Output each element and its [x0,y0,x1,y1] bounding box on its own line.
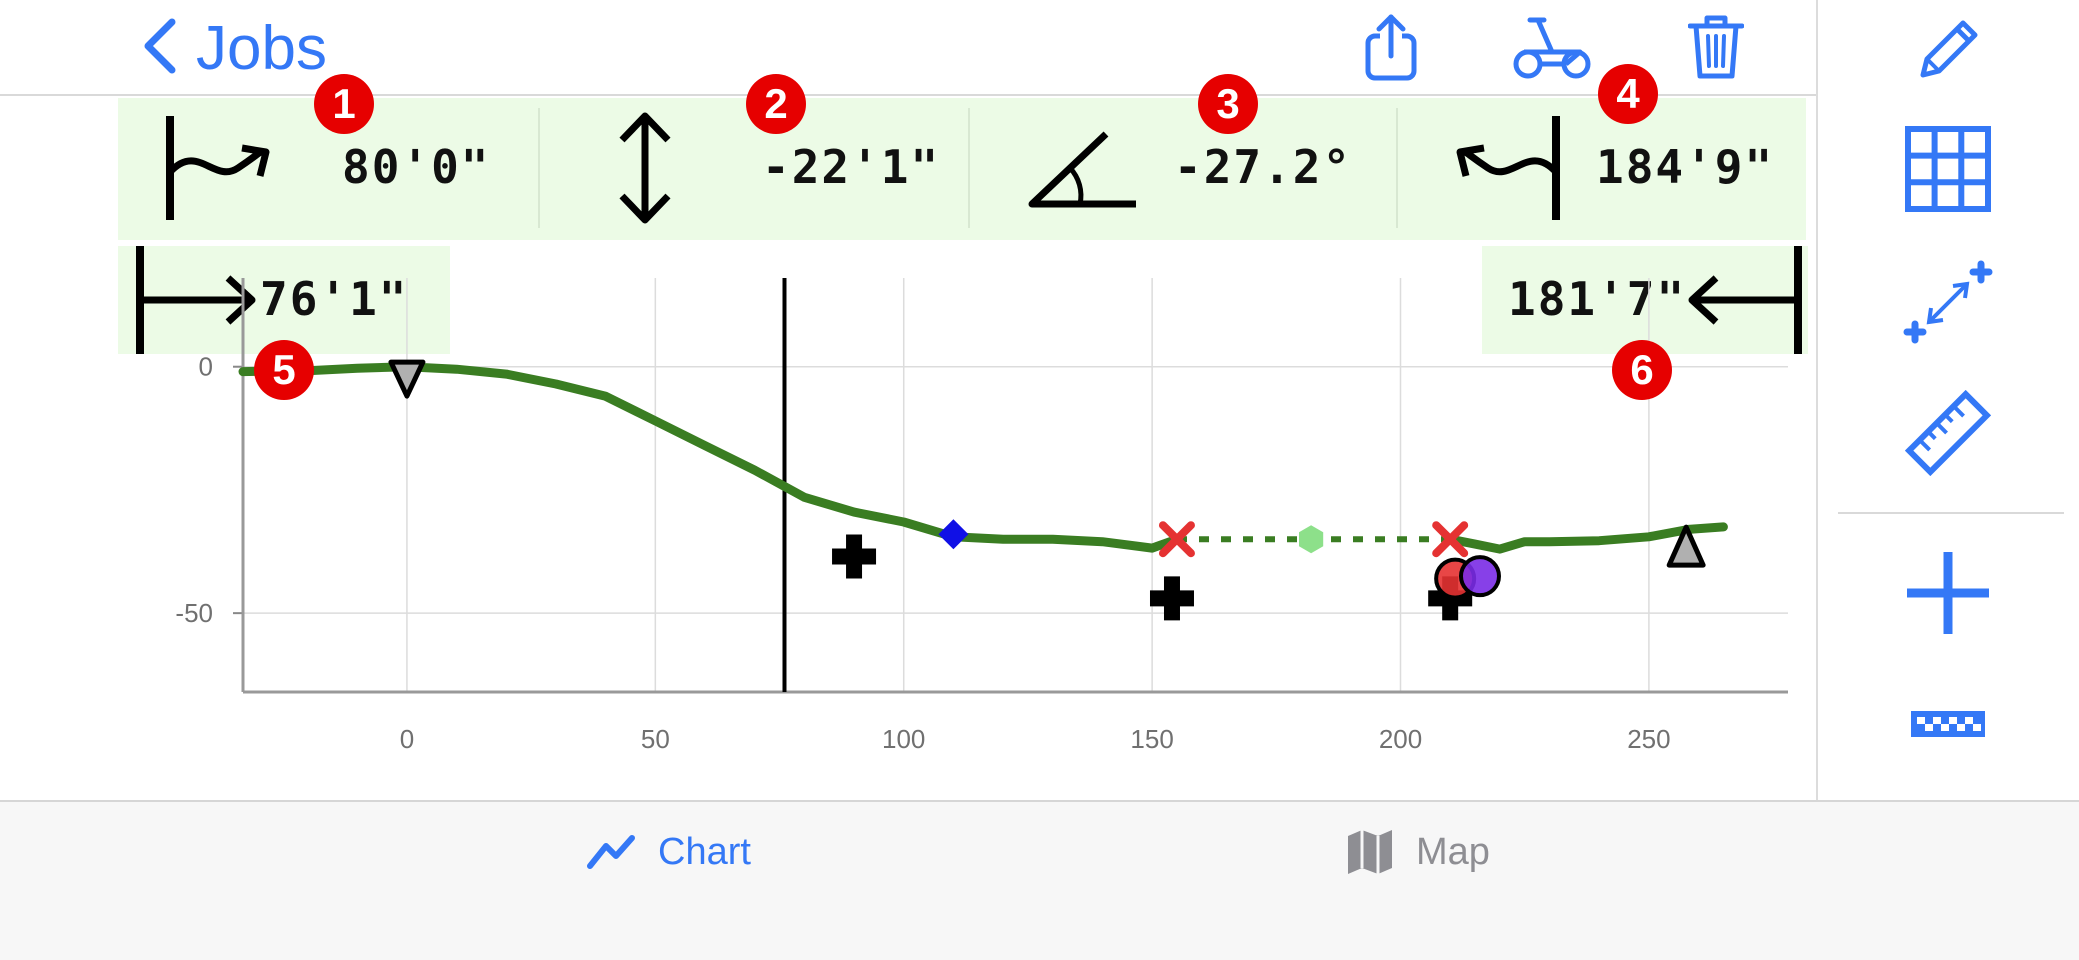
tab-label: Chart [658,830,751,873]
series-line-0 [238,362,1182,553]
x-tick-label: 200 [1379,724,1422,754]
pencil-icon[interactable] [1848,12,2048,88]
sidebar-divider [1838,512,2064,514]
marker-circle [1434,557,1477,600]
x-tick-label: 100 [882,724,925,754]
ruler-icon[interactable] [1848,390,2048,476]
chart-series [238,362,1728,554]
arrow-right-icon [136,246,256,354]
marker-hexagon [1299,525,1324,554]
measurement-value: 76'1" [260,272,409,326]
chart-markers [388,359,1706,621]
marker-plus [1428,576,1473,621]
measurement-value: 184'9" [1596,140,1775,194]
measurement-value: 80'0" [342,140,491,194]
right-edge-measurement: 181'7" [1482,246,1808,354]
chevron-left-icon [138,16,178,81]
measurement-angle: -27.2° [970,98,1398,240]
badge-6: 6 [1612,340,1672,400]
chart-line-icon [587,835,635,869]
x-tick-label: 250 [1627,724,1670,754]
badge-3: 3 [1198,74,1258,134]
app-root: Jobs 80'0" -22'1" -27.2° 184'9" 76'1" 18… [0,0,2079,960]
y-tick-label: -50 [175,598,213,628]
marker-x [1432,521,1469,558]
measurement-value: 181'7" [1508,272,1687,326]
measurement-value: -27.2° [1174,140,1353,194]
marker-diamond [938,519,969,550]
vertical-arrows-icon [619,112,671,224]
end-curve-icon [1456,116,1560,220]
x-tick-label: 0 [400,724,414,754]
trash-icon[interactable] [1688,12,1744,82]
plus-icon[interactable] [1848,548,2048,638]
badge-2: 2 [746,74,806,134]
measurement-end: 184'9" [1398,98,1806,240]
y-tick-label: 0 [199,352,213,382]
right-toolbar [1816,0,2079,800]
badge-4: 4 [1598,64,1658,124]
marker-triangle-down [388,359,426,399]
marker-plus [1149,576,1194,621]
arrow-left-icon [1688,246,1802,354]
map-icon [1348,830,1392,874]
cart-icon[interactable] [1512,12,1592,82]
top-nav-bar: Jobs [0,0,1816,96]
measurement-panel: 80'0" -22'1" -27.2° 184'9" [118,98,1806,240]
stretch-icon[interactable] [1848,258,2048,348]
measurement-value: -22'1" [762,140,941,194]
bottom-tab-bar: Chart Map [0,800,2079,960]
angle-icon [1028,131,1136,208]
series-line-2 [1445,522,1728,554]
marker-triangle-up [1666,524,1706,568]
checker-icon[interactable] [1848,706,2048,742]
start-curve-icon [166,116,270,220]
marker-x [1158,521,1195,558]
back-label: Jobs [196,13,327,83]
grid-icon[interactable] [1848,126,2048,212]
back-button[interactable]: Jobs [138,10,327,86]
marker-circle [1458,555,1501,598]
badge-5: 5 [254,340,314,400]
marker-plus [832,534,877,579]
badge-1: 1 [314,74,374,134]
x-tick-label: 50 [641,724,670,754]
left-edge-measurement: 76'1" [118,246,450,354]
tab-label: Map [1416,830,1490,873]
tab-map[interactable]: Map [1346,822,1490,882]
x-tick-label: 150 [1130,724,1173,754]
share-icon[interactable] [1362,12,1420,82]
tab-chart[interactable]: Chart [586,822,751,882]
